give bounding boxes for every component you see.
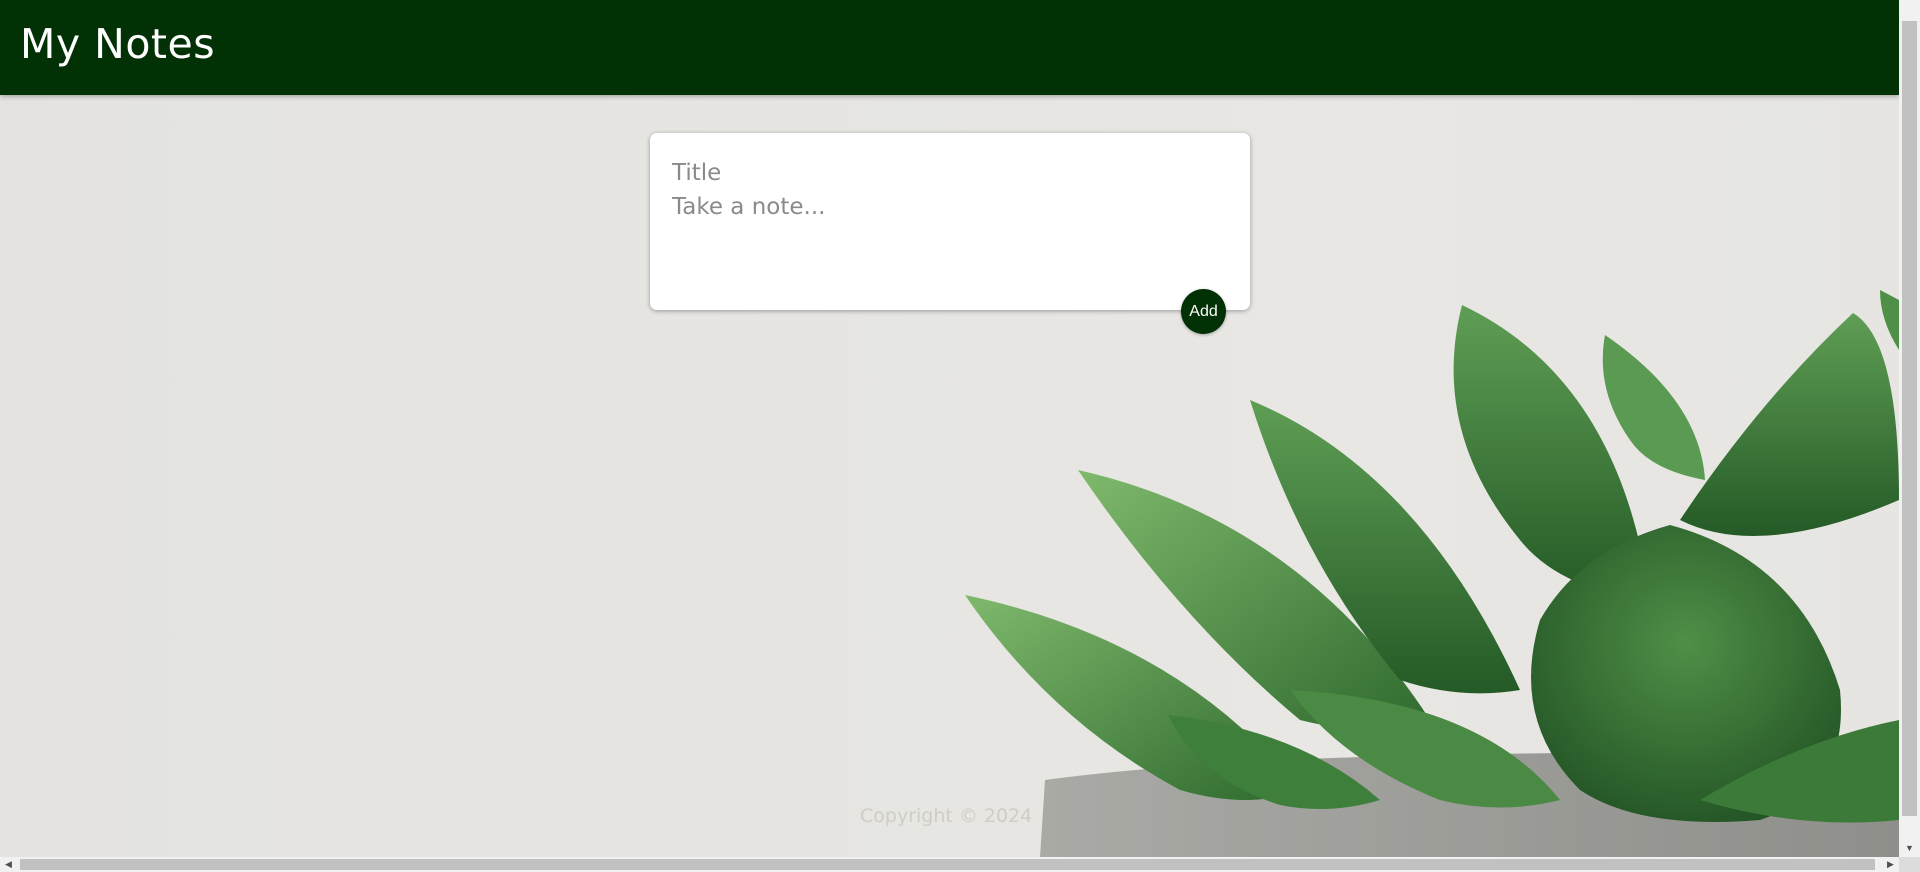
note-title-input[interactable] [672, 155, 1222, 191]
scroll-left-arrow-icon[interactable]: ◀ [0, 857, 17, 872]
scrollbar-corner [1899, 857, 1920, 872]
app-title: My Notes [20, 20, 216, 68]
scroll-down-arrow-icon[interactable]: ▼ [1899, 840, 1920, 857]
note-content-input[interactable] [672, 194, 1222, 284]
horizontal-scrollbar-thumb[interactable] [20, 859, 1875, 870]
succulent-background-image [965, 290, 1899, 857]
add-note-button[interactable]: Add [1181, 289, 1226, 334]
app-header: My Notes [0, 0, 1899, 95]
vertical-scrollbar[interactable]: ▼ [1899, 0, 1920, 857]
vertical-scrollbar-thumb[interactable] [1902, 21, 1917, 816]
footer-copyright: Copyright © 2024 [860, 805, 1033, 827]
scroll-right-arrow-icon[interactable]: ▶ [1882, 857, 1899, 872]
page: My Notes Add Copyright © 2024 ▼ ◀ ▶ [0, 0, 1920, 872]
horizontal-scrollbar[interactable]: ◀ ▶ [0, 857, 1899, 872]
create-note-form [650, 133, 1250, 310]
